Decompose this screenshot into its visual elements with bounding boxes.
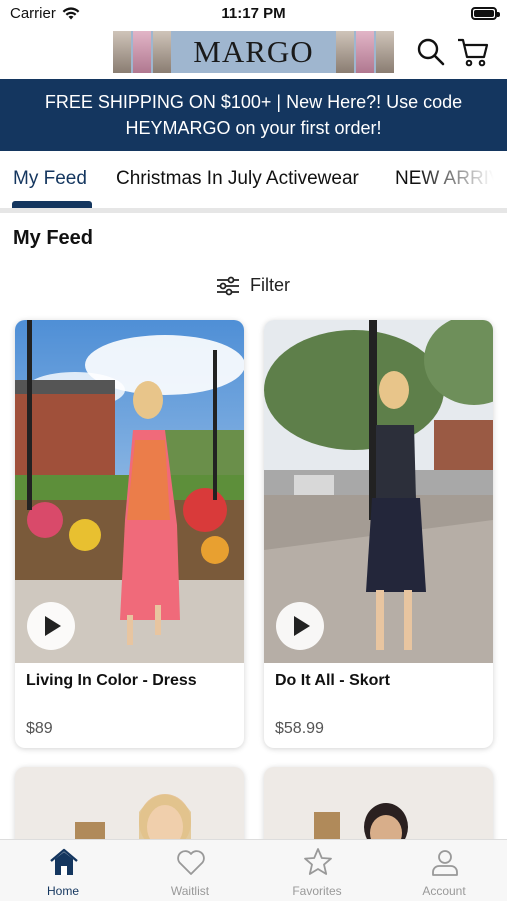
promo-banner[interactable]: FREE SHIPPING ON $100+ | New Here?! Use …: [0, 79, 507, 151]
logo-photo-right: [336, 31, 394, 73]
section-title: My Feed: [13, 227, 94, 249]
search-button[interactable]: [416, 37, 446, 67]
nav-label: Account: [422, 884, 466, 898]
clock: 11:17 PM: [221, 5, 286, 22]
tab-christmas-in-july-activewear[interactable]: Christmas In July Activewear: [116, 168, 359, 190]
promo-line-2: HEYMARGO on your first order!: [125, 118, 382, 138]
brand-logo: MARGO: [193, 34, 314, 69]
promo-line-1: FREE SHIPPING ON $100+ | New Here?! Use …: [44, 92, 463, 112]
tabs-fade: [417, 152, 507, 208]
star-icon: [304, 848, 332, 875]
nav-waitlist[interactable]: Waitlist: [127, 840, 253, 901]
logo-banner[interactable]: MARGO: [113, 31, 394, 73]
status-bar: Carrier 11:17 PM: [0, 0, 507, 28]
nav-account[interactable]: Account: [381, 840, 507, 901]
product-card[interactable]: Living In Color - Dress $89: [15, 320, 244, 748]
product-card[interactable]: [264, 767, 493, 847]
filter-button[interactable]: Filter: [216, 275, 290, 296]
battery-icon: [471, 7, 500, 20]
bottom-tab-bar: Home Waitlist Favorites Account: [0, 839, 507, 901]
app-header: MARGO: [0, 28, 507, 78]
product-card[interactable]: Do It All - Skort $58.99: [264, 320, 493, 748]
product-image[interactable]: [15, 767, 244, 847]
active-tab-indicator: [12, 201, 92, 208]
person-icon: [432, 850, 458, 876]
product-price: $89: [26, 720, 53, 737]
nav-label: Favorites: [292, 884, 342, 898]
product-title[interactable]: Do It All - Skort: [275, 672, 390, 690]
product-price: $58.99: [275, 720, 324, 737]
cart-icon: [458, 38, 489, 67]
nav-favorites[interactable]: Favorites: [254, 840, 380, 901]
play-video-button[interactable]: [27, 602, 75, 650]
filter-label: Filter: [250, 275, 290, 295]
logo-photo-left: [113, 31, 171, 73]
heart-icon: [177, 850, 205, 875]
product-image[interactable]: [264, 320, 493, 663]
nav-label: Home: [46, 884, 79, 898]
product-card[interactable]: [15, 767, 244, 847]
tab-my-feed[interactable]: My Feed: [13, 168, 87, 190]
play-video-button[interactable]: [276, 602, 324, 650]
nav-home[interactable]: Home: [0, 840, 126, 901]
product-image[interactable]: [264, 767, 493, 847]
product-image[interactable]: [15, 320, 244, 663]
cart-button[interactable]: [457, 37, 489, 67]
search-icon: [417, 38, 445, 66]
nav-label: Waitlist: [170, 884, 210, 898]
home-icon: [50, 848, 78, 875]
product-title[interactable]: Living In Color - Dress: [26, 672, 197, 690]
sliders-icon: [217, 276, 239, 295]
category-tabs: My Feed Christmas In July Activewear NEW…: [0, 152, 507, 213]
